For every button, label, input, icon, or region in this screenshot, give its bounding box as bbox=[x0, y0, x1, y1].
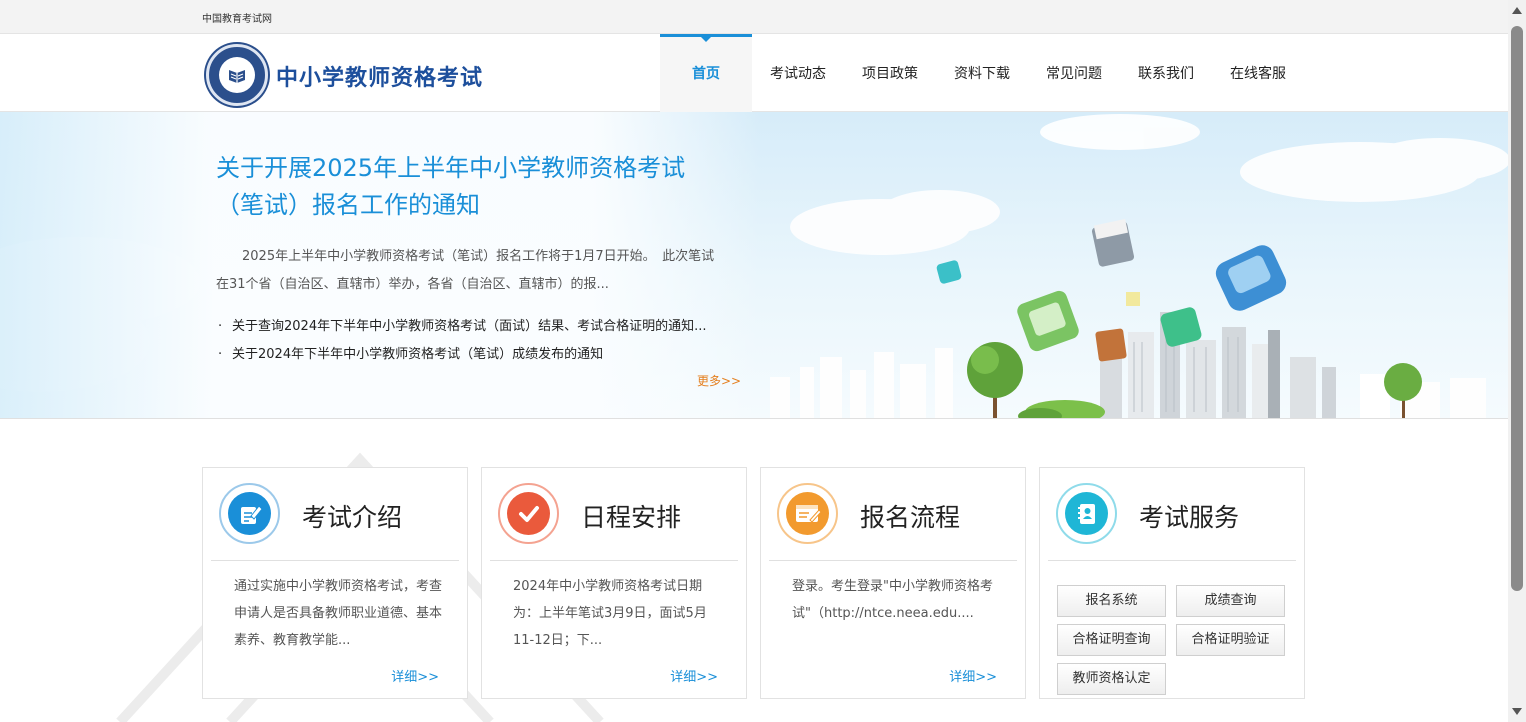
more-news-link[interactable]: 更多>> bbox=[697, 372, 741, 389]
bullet: · bbox=[218, 347, 223, 362]
registration-form-icon bbox=[786, 492, 829, 535]
score-query-button[interactable]: 成绩查询 bbox=[1176, 585, 1285, 617]
certificate-query-button[interactable]: 合格证明查询 bbox=[1057, 624, 1166, 656]
nav-online-service[interactable]: 在线客服 bbox=[1212, 34, 1304, 112]
card-icon-ring bbox=[219, 483, 280, 544]
card-title[interactable]: 考试介绍 bbox=[302, 498, 402, 534]
card-details-link[interactable]: 详细>> bbox=[670, 666, 718, 685]
scroll-down-arrow-icon[interactable] bbox=[1512, 708, 1522, 715]
nav-home[interactable]: 首页 bbox=[660, 34, 752, 112]
card-exam-intro: 考试介绍 通过实施中小学教师资格考试，考查申请人是否具备教师职业道德、基本素养、… bbox=[202, 467, 468, 699]
card-title[interactable]: 报名流程 bbox=[860, 498, 960, 534]
card-header: 日程安排 bbox=[490, 476, 738, 561]
card-header: 考试服务 bbox=[1048, 476, 1296, 561]
active-caret-icon bbox=[700, 36, 712, 42]
scroll-up-arrow-icon[interactable] bbox=[1512, 7, 1522, 14]
news-item-title: 关于查询2024年下半年中小学教师资格考试（面试）结果、考试合格证明的通知... bbox=[232, 319, 707, 334]
nav-faq-label: 常见问题 bbox=[1046, 66, 1102, 82]
bullet: · bbox=[218, 319, 223, 334]
headline-link[interactable]: 关于开展2025年上半年中小学教师资格考试（笔试）报名工作的通知 bbox=[216, 150, 726, 224]
main-nav: 首页 考试动态 项目政策 资料下载 常见问题 联系我们 在线客服 bbox=[660, 34, 1304, 112]
neea-site-link[interactable]: 中国教育考试网 bbox=[202, 10, 272, 25]
logo-emblem bbox=[219, 57, 255, 93]
nav-online-service-label: 在线客服 bbox=[1230, 66, 1286, 82]
contact-book-icon bbox=[1065, 492, 1108, 535]
news-item-title: 关于2024年下半年中小学教师资格考试（笔试）成绩发布的通知 bbox=[232, 347, 604, 362]
nav-faq[interactable]: 常见问题 bbox=[1028, 34, 1120, 112]
nav-downloads[interactable]: 资料下载 bbox=[936, 34, 1028, 112]
card-title[interactable]: 考试服务 bbox=[1139, 498, 1239, 534]
certificate-verify-button[interactable]: 合格证明验证 bbox=[1176, 624, 1285, 656]
card-icon-ring bbox=[777, 483, 838, 544]
news-item[interactable]: · 关于2024年下半年中小学教师资格考试（笔试）成绩发布的通知 bbox=[218, 341, 738, 369]
news-list: · 关于查询2024年下半年中小学教师资格考试（面试）结果、考试合格证明的通知..… bbox=[218, 313, 738, 369]
nav-exam-news-label: 考试动态 bbox=[770, 66, 826, 82]
card-exam-services: 考试服务 报名系统 成绩查询 合格证明查询 合格证明验证 教师资格认定 bbox=[1039, 467, 1305, 699]
registration-system-button[interactable]: 报名系统 bbox=[1057, 585, 1166, 617]
card-icon-ring bbox=[498, 483, 559, 544]
header: 中小学教师资格考试 首页 考试动态 项目政策 资料下载 常见问题 联系我们 在线… bbox=[0, 34, 1508, 112]
card-details-link[interactable]: 详细>> bbox=[391, 666, 439, 685]
hero-banner: 关于开展2025年上半年中小学教师资格考试（笔试）报名工作的通知 2025年上半… bbox=[0, 112, 1508, 419]
card-description: 2024年中小学教师资格考试日期为：上半年笔试3月9日，面试5月11-12日；下… bbox=[513, 579, 707, 648]
vertical-scrollbar[interactable] bbox=[1508, 0, 1526, 722]
nav-policy[interactable]: 项目政策 bbox=[844, 34, 936, 112]
checkmark-icon bbox=[507, 492, 550, 535]
news-item[interactable]: · 关于查询2024年下半年中小学教师资格考试（面试）结果、考试合格证明的通知..… bbox=[218, 313, 738, 341]
nav-contact[interactable]: 联系我们 bbox=[1120, 34, 1212, 112]
document-edit-icon bbox=[228, 492, 271, 535]
card-title[interactable]: 日程安排 bbox=[581, 498, 681, 534]
card-registration-process: 报名流程 登录。考生登录"中小学教师资格考试"（http://ntce.neea… bbox=[760, 467, 1026, 699]
headline-summary: 2025年上半年中小学教师资格考试（笔试）报名工作将于1月7日开始。 此次笔试在… bbox=[216, 249, 715, 292]
nav-exam-news[interactable]: 考试动态 bbox=[752, 34, 844, 112]
nav-policy-label: 项目政策 bbox=[862, 66, 918, 82]
teacher-certification-button[interactable]: 教师资格认定 bbox=[1057, 663, 1166, 695]
card-description: 登录。考生登录"中小学教师资格考试"（http://ntce.neea.edu.… bbox=[792, 579, 993, 621]
card-header: 考试介绍 bbox=[211, 476, 459, 561]
scroll-thumb[interactable] bbox=[1511, 26, 1523, 591]
card-schedule: 日程安排 2024年中小学教师资格考试日期为：上半年笔试3月9日，面试5月11-… bbox=[481, 467, 747, 699]
site-title[interactable]: 中小学教师资格考试 bbox=[276, 60, 483, 92]
nav-contact-label: 联系我们 bbox=[1138, 66, 1194, 82]
site-logo-icon[interactable] bbox=[206, 44, 268, 106]
card-header: 报名流程 bbox=[769, 476, 1017, 561]
card-details-link[interactable]: 详细>> bbox=[949, 666, 997, 685]
card-description: 通过实施中小学教师资格考试，考查申请人是否具备教师职业道德、基本素养、教育教学能… bbox=[234, 579, 443, 648]
book-icon bbox=[229, 70, 245, 83]
nav-downloads-label: 资料下载 bbox=[954, 66, 1010, 82]
card-icon-ring bbox=[1056, 483, 1117, 544]
nav-home-label: 首页 bbox=[692, 66, 720, 82]
top-bar: 中国教育考试网 bbox=[0, 0, 1508, 34]
